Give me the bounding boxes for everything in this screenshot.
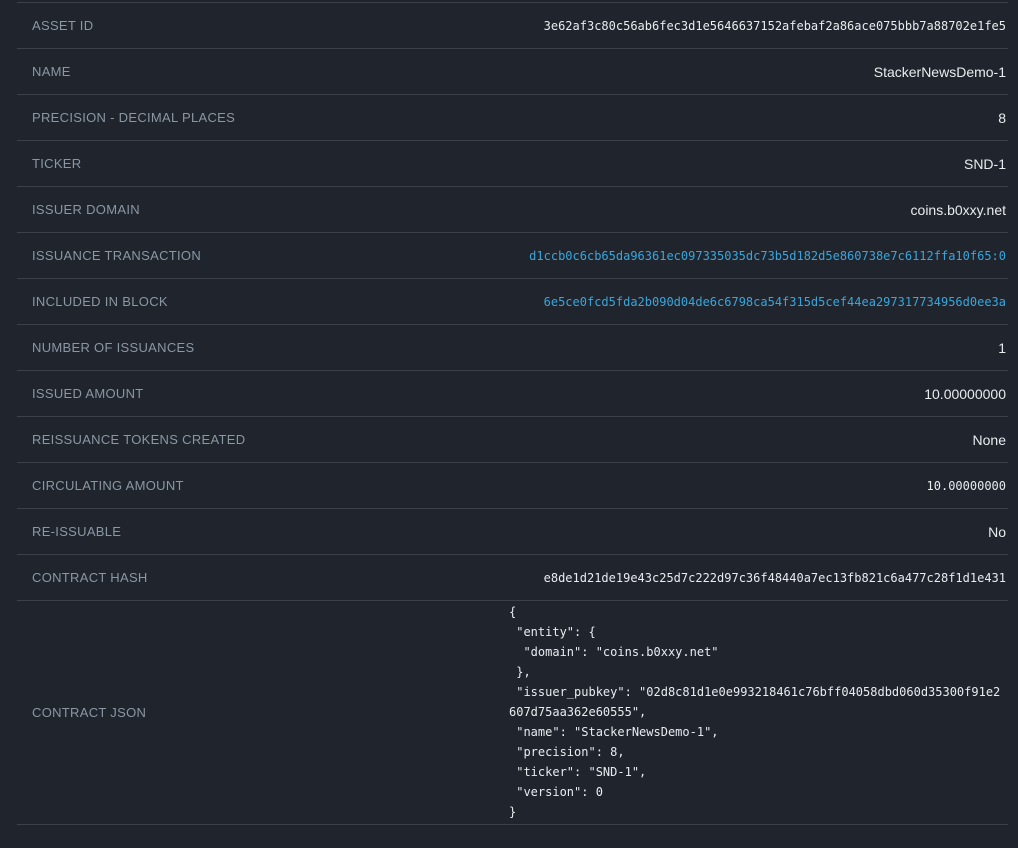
contract-json-label: CONTRACT JSON (32, 705, 146, 720)
issuer-domain-value: coins.b0xxy.net (911, 202, 1006, 218)
reissuable-label: RE-ISSUABLE (32, 524, 121, 539)
precision-label: PRECISION - DECIMAL PLACES (32, 110, 235, 125)
row-issued-amount: ISSUED AMOUNT 10.00000000 (17, 371, 1008, 417)
reissuance-tokens-label: REISSUANCE TOKENS CREATED (32, 432, 245, 447)
ticker-label: TICKER (32, 156, 81, 171)
row-asset-id: ASSET ID 3e62af3c80c56ab6fec3d1e56466371… (17, 3, 1008, 49)
row-reissuance-tokens: REISSUANCE TOKENS CREATED None (17, 417, 1008, 463)
number-of-issuances-label: NUMBER OF ISSUANCES (32, 340, 194, 355)
row-circulating-amount: CIRCULATING AMOUNT 10.00000000 (17, 463, 1008, 509)
row-number-of-issuances: NUMBER OF ISSUANCES 1 (17, 325, 1008, 371)
name-label: NAME (32, 64, 71, 79)
contract-hash-value: e8de1d21de19e43c25d7c222d97c36f48440a7ec… (544, 571, 1006, 585)
reissuable-value: No (988, 524, 1006, 540)
issuance-transaction-link[interactable]: d1ccb0c6cb65da96361ec097335035dc73b5d182… (529, 249, 1006, 263)
asset-id-label: ASSET ID (32, 18, 93, 33)
row-issuance-transaction: ISSUANCE TRANSACTION d1ccb0c6cb65da96361… (17, 233, 1008, 279)
row-name: NAME StackerNewsDemo-1 (17, 49, 1008, 95)
circulating-amount-label: CIRCULATING AMOUNT (32, 478, 184, 493)
name-value: StackerNewsDemo-1 (874, 64, 1006, 80)
row-ticker: TICKER SND-1 (17, 141, 1008, 187)
row-reissuable: RE-ISSUABLE No (17, 509, 1008, 555)
ticker-value: SND-1 (964, 156, 1006, 172)
row-included-in-block: INCLUDED IN BLOCK 6e5ce0fcd5fda2b090d04d… (17, 279, 1008, 325)
issued-amount-value: 10.00000000 (924, 386, 1006, 402)
contract-hash-label: CONTRACT HASH (32, 570, 148, 585)
row-contract-hash: CONTRACT HASH e8de1d21de19e43c25d7c222d9… (17, 555, 1008, 601)
asset-details-table: ASSET ID 3e62af3c80c56ab6fec3d1e56466371… (17, 0, 1008, 825)
included-in-block-link[interactable]: 6e5ce0fcd5fda2b090d04de6c6798ca54f315d5c… (544, 295, 1006, 309)
circulating-amount-value: 10.00000000 (927, 479, 1006, 493)
number-of-issuances-value: 1 (998, 340, 1006, 356)
issued-amount-label: ISSUED AMOUNT (32, 386, 144, 401)
contract-json-value: { "entity": { "domain": "coins.b0xxy.net… (509, 602, 1006, 822)
row-precision: PRECISION - DECIMAL PLACES 8 (17, 95, 1008, 141)
issuer-domain-label: ISSUER DOMAIN (32, 202, 140, 217)
row-contract-json: CONTRACT JSON { "entity": { "domain": "c… (17, 601, 1008, 825)
issuance-transaction-label: ISSUANCE TRANSACTION (32, 248, 201, 263)
reissuance-tokens-value: None (973, 432, 1006, 448)
asset-id-value: 3e62af3c80c56ab6fec3d1e5646637152afebaf2… (544, 19, 1006, 33)
included-in-block-label: INCLUDED IN BLOCK (32, 294, 168, 309)
row-issuer-domain: ISSUER DOMAIN coins.b0xxy.net (17, 187, 1008, 233)
precision-value: 8 (998, 110, 1006, 126)
